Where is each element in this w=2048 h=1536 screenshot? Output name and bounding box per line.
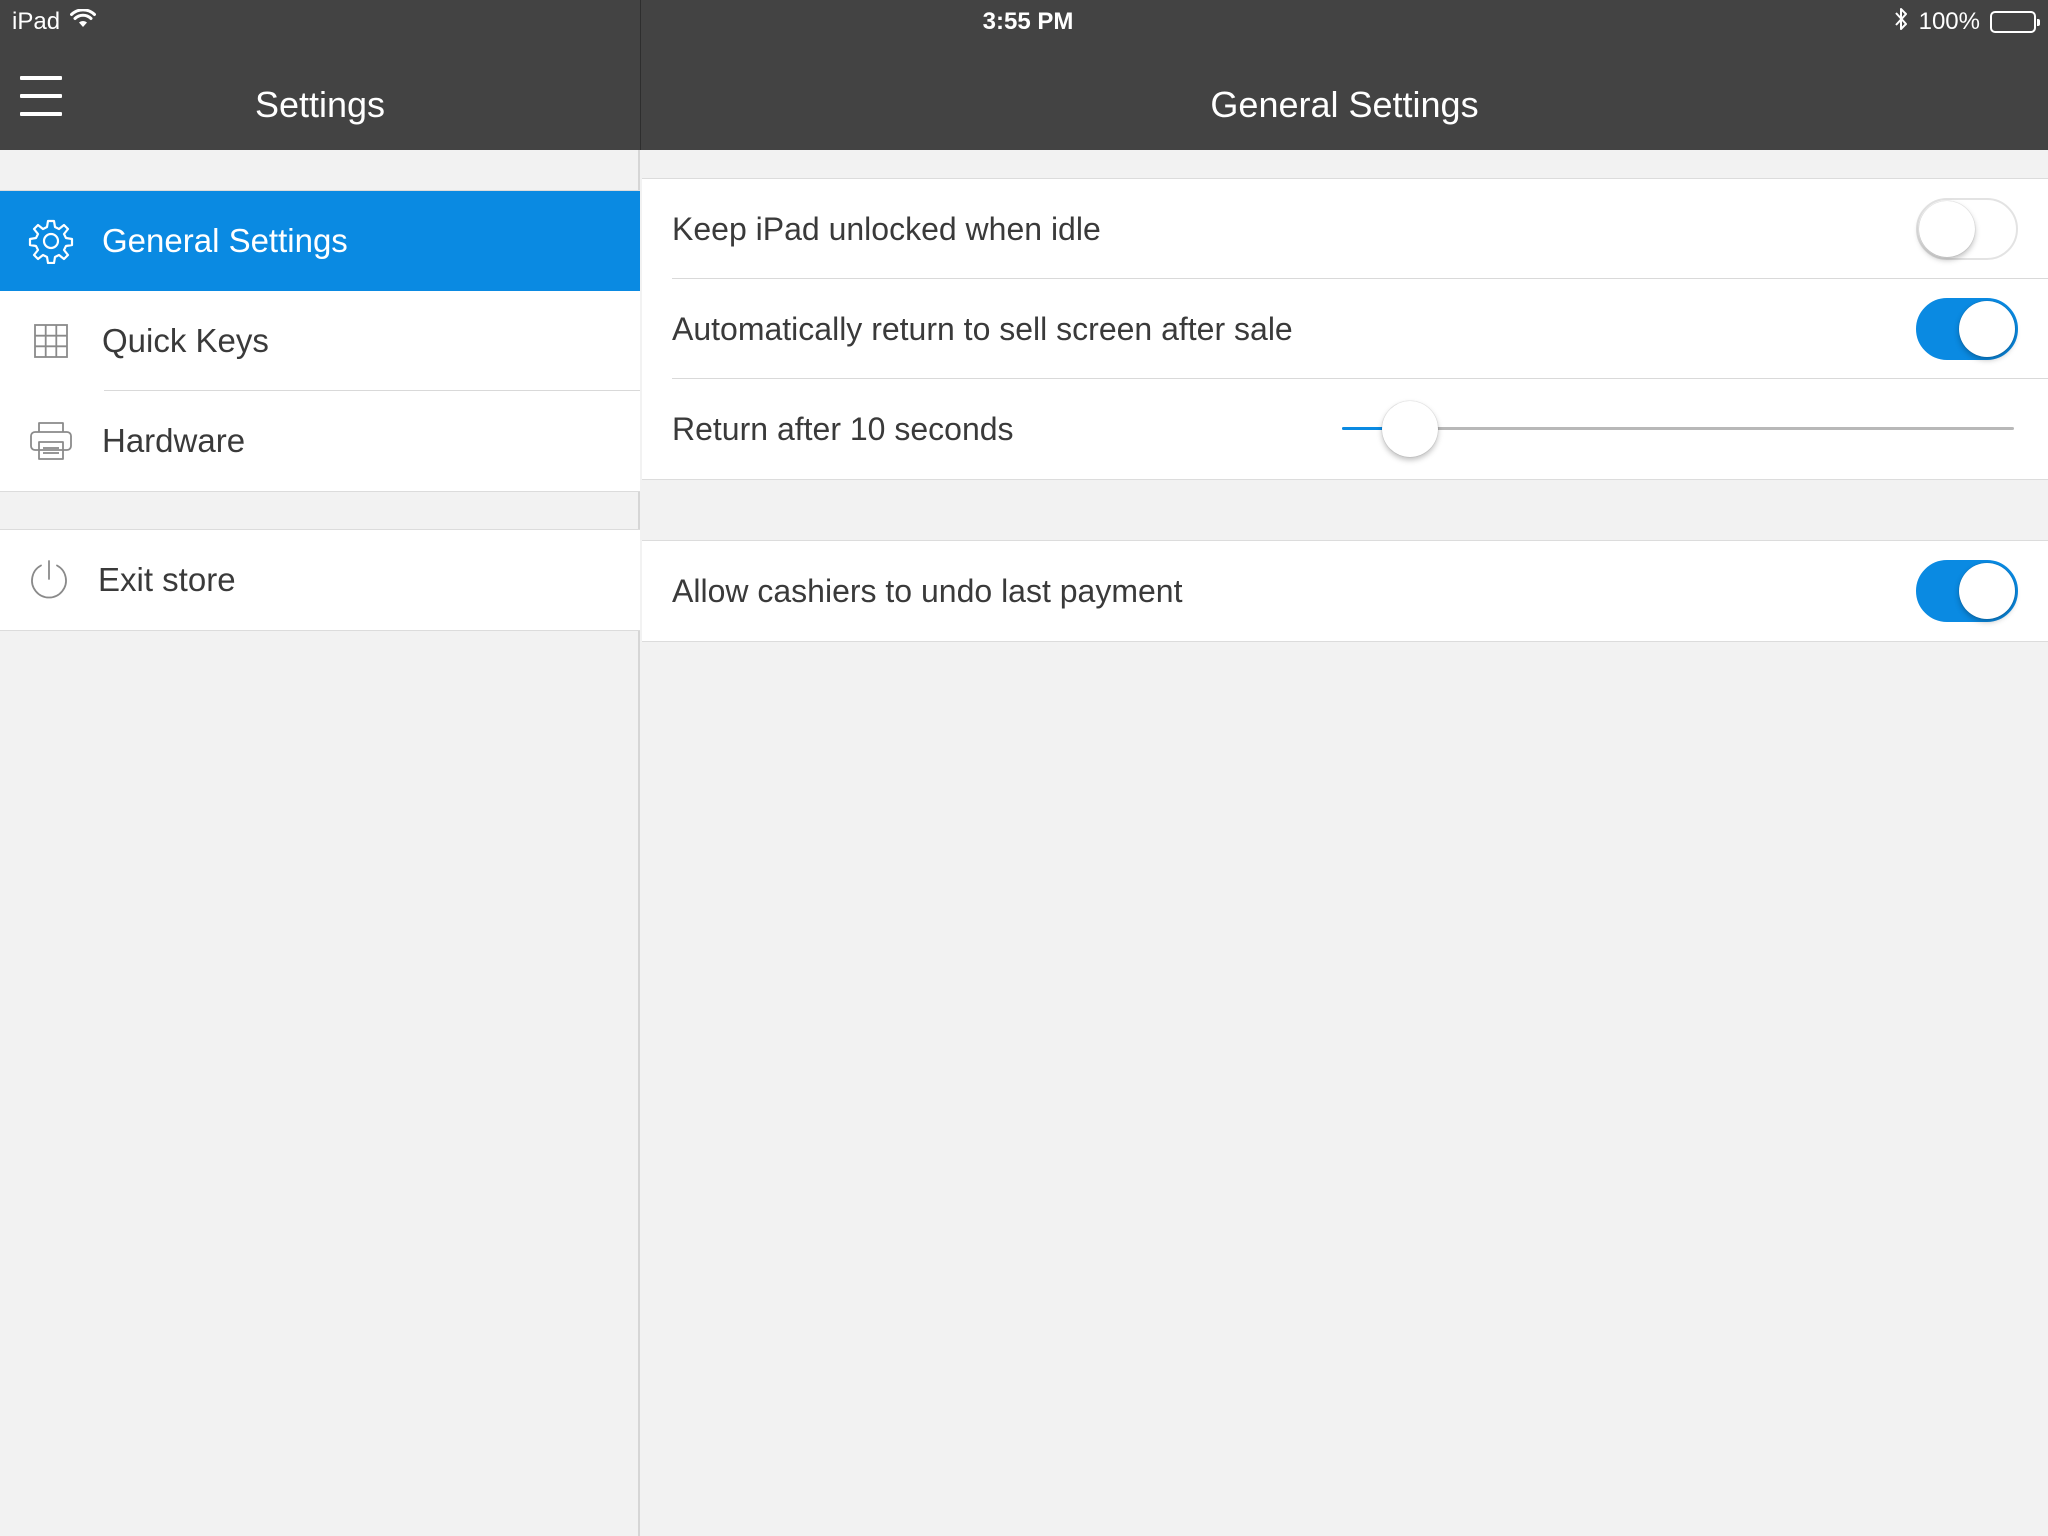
- sidebar-item-label: General Settings: [102, 222, 348, 259]
- sidebar-item-quick-keys[interactable]: Quick Keys: [0, 291, 640, 391]
- status-bar-right: 100%: [1893, 4, 2040, 40]
- slider-thumb[interactable]: [1382, 401, 1438, 457]
- auto-return-toggle[interactable]: [1916, 298, 2018, 360]
- power-icon: [25, 556, 73, 604]
- page-title: General Settings: [1210, 84, 1479, 125]
- sidebar-item-general-settings[interactable]: General Settings: [0, 191, 640, 291]
- setting-undo-payment: Allow cashiers to undo last payment: [642, 541, 2048, 641]
- return-delay-slider[interactable]: [1342, 401, 2014, 457]
- sidebar-title: Settings: [254, 84, 386, 125]
- setting-keep-unlocked: Keep iPad unlocked when idle: [642, 179, 2048, 279]
- sidebar-item-label: Hardware: [102, 422, 246, 459]
- app-root: iPad 3:55 PM 100% Settings General Setti…: [0, 0, 2048, 1536]
- top-bar: iPad 3:55 PM 100% Settings General Setti…: [0, 0, 2048, 150]
- gear-icon: [27, 217, 75, 265]
- keep-unlocked-toggle[interactable]: [1916, 198, 2018, 260]
- printer-icon: [27, 417, 75, 465]
- settings-group-sale: Keep iPad unlocked when idle Automatical…: [642, 178, 2048, 480]
- battery-icon: [1990, 11, 2040, 33]
- setting-auto-return: Automatically return to sell screen afte…: [642, 279, 2048, 379]
- sidebar-exit-group: Exit store: [0, 529, 640, 631]
- bluetooth-icon: [1893, 6, 1909, 39]
- setting-label: Automatically return to sell screen afte…: [672, 310, 1293, 347]
- setting-label: Allow cashiers to undo last payment: [672, 572, 1183, 609]
- status-time: 3:55 PM: [982, 8, 1074, 35]
- sidebar-nav-group: General Settings Quick Keys Hardware: [0, 190, 640, 492]
- sidebar-item-label: Exit store: [98, 561, 236, 598]
- settings-group-payment: Allow cashiers to undo last payment: [642, 540, 2048, 642]
- undo-payment-toggle[interactable]: [1916, 560, 2018, 622]
- sidebar-item-label: Quick Keys: [102, 322, 269, 359]
- main-content: Keep iPad unlocked when idle Automatical…: [642, 150, 2048, 1536]
- sidebar-item-hardware[interactable]: Hardware: [0, 391, 640, 491]
- slider-track: [1342, 427, 2014, 430]
- setting-label: Return after 10 seconds: [672, 410, 1014, 447]
- setting-return-after: Return after 10 seconds: [642, 379, 2048, 479]
- setting-label: Keep iPad unlocked when idle: [672, 210, 1101, 247]
- sidebar-item-exit-store[interactable]: Exit store: [0, 530, 640, 630]
- grid-icon: [27, 317, 75, 365]
- battery-percent: 100%: [1918, 8, 1980, 35]
- sidebar: General Settings Quick Keys Hardware Exi…: [0, 150, 640, 1536]
